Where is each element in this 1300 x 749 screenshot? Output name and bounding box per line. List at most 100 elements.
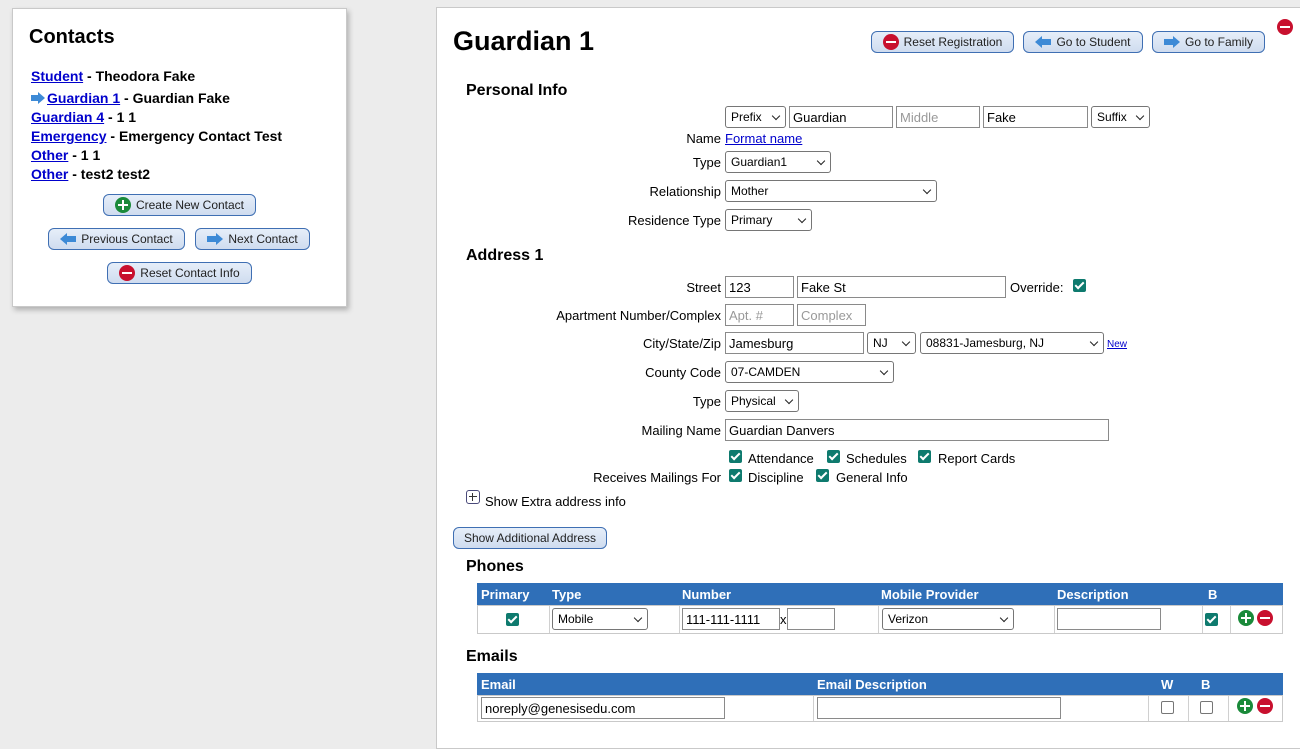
minus-icon <box>119 265 136 281</box>
phone-number-input[interactable] <box>682 608 780 630</box>
col-w: W <box>1161 677 1174 692</box>
contact-link-other-2[interactable]: Other <box>31 166 68 182</box>
show-extra-address-info[interactable]: Show Extra address info <box>485 494 626 509</box>
email-w-checkbox[interactable] <box>1161 701 1174 714</box>
phone-b-checkbox[interactable] <box>1205 613 1218 626</box>
name-label: Name <box>686 131 721 146</box>
new-zip-link[interactable]: New <box>1107 339 1127 350</box>
col-type: Type <box>552 587 582 602</box>
city-input[interactable] <box>725 332 864 354</box>
contact-link-emergency[interactable]: Emergency <box>31 128 106 144</box>
arrow-left-icon <box>1035 36 1052 48</box>
general-info-label: General Info <box>836 470 908 485</box>
mailing-name-label: Mailing Name <box>641 423 721 438</box>
contact-link-other[interactable]: Other <box>31 147 68 163</box>
middle-name-input[interactable] <box>896 106 980 128</box>
attendance-checkbox[interactable] <box>729 450 742 463</box>
attendance-label: Attendance <box>748 451 814 466</box>
report-cards-checkbox[interactable] <box>918 450 931 463</box>
address-type-label: Type <box>692 394 721 409</box>
contact-name: Guardian Fake <box>132 90 230 106</box>
schedules-checkbox[interactable] <box>827 450 840 463</box>
street-name-input[interactable] <box>797 276 1006 298</box>
arrow-right-icon <box>207 233 224 245</box>
contacts-panel: Contacts Student - Theodora Fake Guardia… <box>12 8 347 307</box>
go-to-family-button[interactable]: Go to Family <box>1152 31 1265 53</box>
schedules-label: Schedules <box>846 451 907 466</box>
general-info-checkbox[interactable] <box>816 469 829 482</box>
contact-item: Student - Theodora Fake <box>31 68 196 84</box>
suffix-select[interactable]: Suffix <box>1091 106 1150 128</box>
plus-icon <box>114 197 131 213</box>
create-new-contact-button[interactable]: Create New Contact <box>103 194 256 216</box>
previous-contact-button[interactable]: Previous Contact <box>48 228 185 250</box>
phone-description-input[interactable] <box>1057 608 1161 630</box>
apt-number-input[interactable] <box>725 304 794 326</box>
zip-select[interactable]: 08831-Jamesburg, NJ <box>920 332 1104 354</box>
contact-type-select[interactable]: Guardian1 <box>725 151 831 173</box>
remove-email-icon[interactable] <box>1257 698 1273 714</box>
contact-item: Other - test2 test2 <box>31 166 151 182</box>
contact-item: Emergency - Emergency Contact Test <box>31 128 283 144</box>
contact-item: Other - 1 1 <box>31 147 101 163</box>
prefix-select[interactable]: Prefix <box>725 106 786 128</box>
col-mobile-provider: Mobile Provider <box>881 587 979 602</box>
state-select[interactable]: NJ <box>867 332 916 354</box>
remove-contact-icon[interactable] <box>1277 19 1293 35</box>
remove-phone-icon[interactable] <box>1257 610 1273 626</box>
arrow-right-icon <box>1163 36 1180 48</box>
contact-link-guardian-1[interactable]: Guardian 1 <box>47 90 120 106</box>
email-b-checkbox[interactable] <box>1200 701 1213 714</box>
mobile-provider-select[interactable]: Verizon <box>882 608 1014 630</box>
street-number-input[interactable] <box>725 276 794 298</box>
extension-separator: x <box>780 612 787 627</box>
discipline-checkbox[interactable] <box>729 469 742 482</box>
phone-primary-checkbox[interactable] <box>506 613 519 626</box>
next-contact-button[interactable]: Next Contact <box>195 228 310 250</box>
street-label: Street <box>686 280 721 295</box>
add-email-icon[interactable] <box>1237 698 1253 714</box>
contact-name: test2 test2 <box>80 166 151 182</box>
expand-plus-icon[interactable] <box>466 490 480 504</box>
last-name-input[interactable] <box>983 106 1088 128</box>
section-phones: Phones <box>466 558 524 575</box>
override-checkbox[interactable] <box>1073 279 1086 292</box>
add-phone-icon[interactable] <box>1238 610 1254 626</box>
col-b: B <box>1201 677 1211 692</box>
email-input[interactable] <box>481 697 725 719</box>
contact-name: Emergency Contact Test <box>118 128 283 144</box>
col-description: Description <box>1057 587 1129 602</box>
relationship-select[interactable]: Mother <box>725 180 937 202</box>
mailing-name-input[interactable] <box>725 419 1109 441</box>
contact-name: Theodora Fake <box>95 68 196 84</box>
go-to-student-button[interactable]: Go to Student <box>1023 31 1143 53</box>
address-type-select[interactable]: Physical <box>725 390 799 412</box>
receives-mailings-label: Receives Mailings For <box>593 470 721 485</box>
phone-type-select[interactable]: Mobile <box>552 608 648 630</box>
section-emails: Emails <box>466 648 518 665</box>
contacts-title: Contacts <box>29 26 115 48</box>
contact-name: 1 1 <box>116 109 137 125</box>
show-additional-address-button[interactable]: Show Additional Address <box>453 527 607 549</box>
contact-item-current: Guardian 1 - Guardian Fake <box>31 90 230 106</box>
type-label: Type <box>692 155 721 170</box>
city-state-zip-label: City/State/Zip <box>642 336 721 351</box>
contact-link-guardian-4[interactable]: Guardian 4 <box>31 109 104 125</box>
email-description-input[interactable] <box>817 697 1061 719</box>
residence-type-label: Residence Type <box>628 213 721 228</box>
col-number: Number <box>682 587 732 602</box>
phone-extension-input[interactable] <box>787 608 835 630</box>
contact-link-student[interactable]: Student <box>31 68 83 84</box>
reset-registration-button[interactable]: Reset Registration <box>871 31 1014 53</box>
col-primary: Primary <box>481 587 530 602</box>
section-personal-info: Personal Info <box>466 82 568 99</box>
minus-icon <box>882 34 899 50</box>
county-code-select[interactable]: 07-CAMDEN <box>725 361 894 383</box>
col-b: B <box>1208 587 1218 602</box>
complex-input[interactable] <box>797 304 866 326</box>
format-name-link[interactable]: Format name <box>725 131 802 146</box>
first-name-input[interactable] <box>789 106 893 128</box>
arrow-left-icon <box>60 233 77 245</box>
residence-type-select[interactable]: Primary <box>725 209 812 231</box>
reset-contact-info-button[interactable]: Reset Contact Info <box>107 262 252 284</box>
